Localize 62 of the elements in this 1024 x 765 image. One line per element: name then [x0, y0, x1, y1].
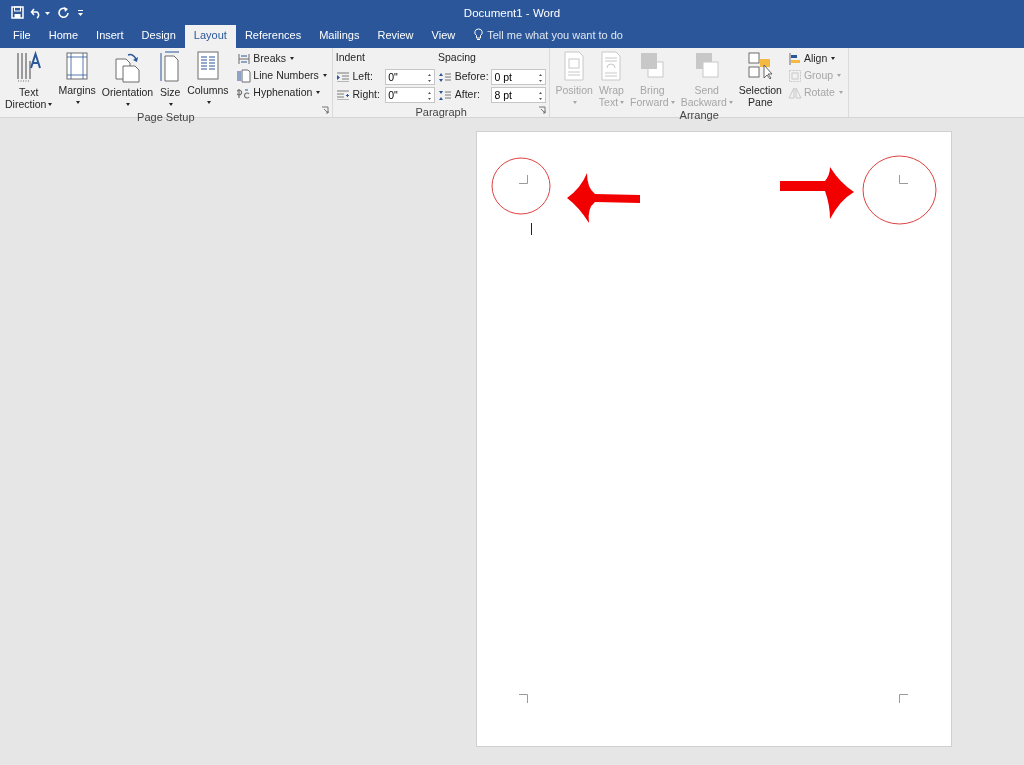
breaks-button[interactable]: Breaks [235, 50, 329, 67]
window-title: Document1 - Word [463, 6, 561, 21]
lightbulb-icon [474, 28, 484, 42]
crop-mark-icon [519, 175, 528, 184]
group-label: Arrange [678, 108, 720, 121]
ribbon-tab[interactable]: Home [39, 25, 88, 48]
orientation-icon [113, 51, 142, 83]
group-icon [787, 68, 802, 83]
selection-button[interactable]: Selection Pane [736, 50, 784, 109]
line-numbers-button[interactable]: Line Numbers [235, 67, 329, 84]
breaks-icon [237, 52, 252, 65]
hyphenation-button[interactable]: Hyphenation [235, 84, 329, 101]
save-icon[interactable] [11, 6, 24, 19]
ribbon-tab[interactable]: Mailings [310, 25, 369, 48]
redo-icon[interactable] [57, 6, 70, 19]
text-direction-button[interactable]: Text Direction [3, 50, 55, 111]
section-label: Indent [335, 50, 366, 65]
section-label: Spacing [438, 50, 477, 65]
undo-icon[interactable] [29, 6, 52, 19]
hyphenation-icon [237, 86, 252, 99]
tell-me-field[interactable]: Tell me what you want to do [487, 26, 623, 43]
wrap-text-icon [600, 51, 623, 81]
crop-mark-icon [519, 694, 528, 703]
columns-button[interactable]: Columns [185, 50, 231, 111]
ribbon-tab[interactable]: Review [368, 25, 423, 48]
spacing-after-icon [438, 90, 452, 101]
rotate-icon [787, 85, 802, 100]
size-button[interactable]: Size [157, 50, 184, 111]
line-numbers-icon [237, 68, 252, 83]
spacing-before-icon [438, 71, 452, 82]
position-icon [563, 51, 586, 81]
margins-button[interactable]: Margins [56, 50, 98, 111]
ribbon-tab[interactable]: References [235, 25, 311, 48]
dialog-launcher-icon[interactable] [320, 106, 329, 114]
align-button[interactable]: Align [785, 50, 845, 67]
margins-icon [65, 51, 90, 81]
orientation-button[interactable]: Orientation [99, 50, 156, 111]
align-icon [787, 51, 802, 66]
ribbon-tab[interactable]: Insert [87, 25, 133, 48]
ribbon-tab[interactable]: View [422, 25, 465, 48]
ribbon-tab[interactable]: Layout [184, 25, 236, 48]
group-label: Page Setup [136, 110, 196, 123]
field-label: Left: [352, 68, 374, 84]
bring-forward-icon [639, 51, 666, 81]
text-cursor [531, 223, 532, 235]
dialog-launcher-icon[interactable] [538, 106, 547, 114]
field-label: Right: [352, 87, 381, 103]
ribbon-tab[interactable]: Design [132, 25, 185, 48]
page-size-icon [159, 51, 182, 83]
crop-mark-icon [899, 694, 908, 703]
crop-mark-icon [899, 175, 908, 184]
field-label: After: [454, 87, 481, 103]
indent-right-icon [335, 90, 350, 101]
send-backward-icon [693, 51, 720, 81]
text-direction-icon [15, 51, 42, 83]
ribbon-tab[interactable]: File [4, 25, 40, 48]
field-label: Before: [454, 68, 489, 84]
circle-annotation [491, 157, 551, 215]
columns-icon [196, 51, 219, 81]
indent-left-icon [335, 71, 350, 82]
selection-pane-icon [747, 51, 774, 81]
group-label: Paragraph [414, 106, 468, 118]
